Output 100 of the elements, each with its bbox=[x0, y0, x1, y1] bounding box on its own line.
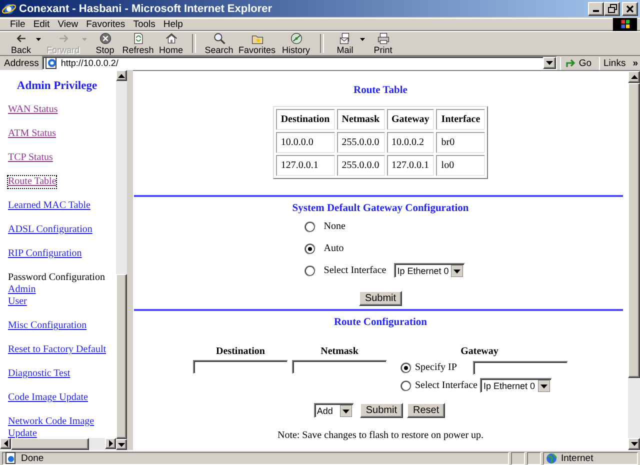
windows-logo-icon bbox=[612, 18, 638, 31]
form-button[interactable]: Reset bbox=[407, 403, 446, 418]
scroll-left-button[interactable] bbox=[0, 438, 11, 449]
status-text: Done bbox=[21, 452, 44, 464]
window-title: Conexant - Hasbani - Microsoft Internet Explorer bbox=[19, 2, 274, 14]
up-arrow-icon bbox=[630, 75, 638, 79]
minimize-button[interactable] bbox=[588, 2, 604, 16]
go-arrow-icon bbox=[564, 58, 577, 68]
caret-icon[interactable] bbox=[360, 38, 365, 41]
nav-link[interactable]: Reset to Factory Default bbox=[8, 344, 106, 356]
scroll-right-button[interactable] bbox=[105, 438, 116, 449]
nav-link[interactable]: RIP Configuration bbox=[8, 248, 82, 260]
scrollbar-thumb[interactable] bbox=[116, 274, 127, 439]
maximize-button[interactable] bbox=[604, 2, 620, 16]
table-cell: lo0 bbox=[436, 155, 486, 176]
radio-button[interactable] bbox=[400, 380, 412, 392]
toolbar-button[interactable]: History bbox=[278, 32, 314, 55]
toolbar-button[interactable]: Back bbox=[6, 32, 36, 55]
column-header: Netmask bbox=[336, 109, 385, 130]
radio-button[interactable] bbox=[304, 220, 316, 232]
toolbar-button[interactable]: Stop bbox=[90, 32, 120, 55]
back-arrow-icon bbox=[14, 32, 28, 45]
section-title: Route Table bbox=[354, 84, 408, 97]
search-icon bbox=[212, 32, 226, 45]
table-cell: 10.0.0.0 bbox=[276, 132, 335, 153]
down-arrow-icon bbox=[546, 61, 553, 65]
minimize-icon bbox=[593, 10, 599, 12]
down-arrow-icon bbox=[340, 404, 352, 416]
chevron[interactable]: » bbox=[632, 58, 638, 68]
toolbar-button[interactable]: Print bbox=[368, 32, 398, 55]
toolbar-button[interactable]: Refresh bbox=[120, 32, 156, 55]
menu-item[interactable]: View bbox=[54, 19, 82, 30]
option-label: Specify IP bbox=[415, 362, 457, 373]
scroll-up-button[interactable] bbox=[628, 71, 640, 83]
status-panel bbox=[527, 452, 541, 464]
table-cell: 127.0.0.1 bbox=[276, 155, 335, 176]
radio-button[interactable] bbox=[304, 242, 316, 254]
section-title: Route Configuration bbox=[334, 316, 428, 329]
down-arrow-icon bbox=[630, 442, 638, 446]
nav-link[interactable]: Network Code Image Update bbox=[8, 416, 116, 440]
nav-link[interactable]: WAN Status bbox=[8, 104, 58, 116]
nav-link[interactable]: Admin bbox=[8, 284, 36, 296]
nav-link[interactable]: TCP Status bbox=[8, 152, 53, 164]
nav-link[interactable]: ADSL Configuration bbox=[8, 224, 92, 236]
zone-label: Internet bbox=[561, 452, 594, 464]
caret-icon[interactable] bbox=[36, 38, 41, 41]
nav-link[interactable]: Route Table bbox=[8, 176, 56, 188]
nav-link[interactable]: User bbox=[8, 296, 27, 308]
option-label: Select Interface bbox=[415, 380, 478, 391]
left-arrow-icon bbox=[4, 440, 8, 447]
submit-button[interactable]: Submit bbox=[358, 291, 402, 306]
radio-button[interactable] bbox=[400, 362, 412, 374]
nav-link[interactable]: Learned MAC Table bbox=[8, 200, 90, 212]
scroll-down-button[interactable] bbox=[628, 438, 640, 450]
table-cell: 255.0.0.0 bbox=[336, 155, 385, 176]
toolbar-button[interactable]: Favorites bbox=[236, 32, 278, 55]
option-label: Select Interface bbox=[324, 265, 386, 276]
down-arrow-icon bbox=[538, 380, 550, 392]
column-header: Destination bbox=[215, 344, 266, 358]
action-select[interactable]: Add bbox=[314, 403, 354, 418]
clock-icon bbox=[290, 32, 302, 45]
menu-item[interactable]: Edit bbox=[29, 19, 54, 30]
scrollbar-thumb[interactable] bbox=[11, 438, 89, 450]
note-text: Note: Save changes to flash to restore on power up. bbox=[277, 430, 484, 441]
scroll-up-button[interactable] bbox=[116, 70, 127, 81]
menu-item[interactable]: Help bbox=[159, 19, 187, 30]
down-arrow-icon bbox=[118, 442, 125, 446]
column-header: Destination bbox=[276, 109, 335, 130]
menu-item[interactable]: File bbox=[6, 19, 30, 30]
column-header: Gateway bbox=[386, 109, 434, 130]
form-button[interactable]: Submit bbox=[360, 403, 403, 418]
interface-select[interactable]: Ip Ethernet 0 bbox=[394, 263, 466, 278]
table-cell: br0 bbox=[436, 132, 486, 153]
status-panel bbox=[511, 452, 525, 464]
close-button[interactable] bbox=[622, 2, 638, 16]
address-field[interactable]: http://10.0.0.2/ bbox=[42, 56, 557, 70]
table-cell: 127.0.0.1 bbox=[386, 155, 434, 176]
nav-link[interactable]: Diagnostic Test bbox=[8, 368, 70, 380]
right-arrow-icon bbox=[108, 440, 112, 447]
address-label: Address bbox=[4, 58, 39, 68]
nav-link[interactable]: Misc Configuration bbox=[8, 320, 87, 332]
table-cell: 10.0.0.2 bbox=[386, 132, 434, 153]
address-dropdown-button[interactable] bbox=[542, 57, 556, 69]
browser-logo-icon bbox=[2, 2, 16, 16]
menu-item[interactable]: Favorites bbox=[82, 19, 130, 30]
nav-link[interactable]: Code Image Update bbox=[8, 392, 88, 404]
toolbar-button[interactable]: Mail bbox=[330, 32, 360, 55]
scrollbar-thumb[interactable] bbox=[628, 83, 640, 378]
option-label: Auto bbox=[324, 243, 344, 254]
toolbar-button[interactable]: Search bbox=[202, 32, 236, 55]
menu-item[interactable]: Tools bbox=[129, 19, 160, 30]
scroll-down-button[interactable] bbox=[116, 439, 127, 450]
option-label: None bbox=[324, 221, 346, 232]
interface-select[interactable]: Ip Ethernet 0 bbox=[480, 378, 552, 393]
toolbar-button[interactable]: Home bbox=[156, 32, 186, 55]
section-title: System Default Gateway Configuration bbox=[292, 202, 469, 215]
nav-link[interactable]: ATM Status bbox=[8, 128, 56, 140]
nav-label: Password Configuration bbox=[8, 272, 105, 284]
close-icon bbox=[626, 4, 634, 12]
radio-button[interactable] bbox=[304, 264, 316, 276]
